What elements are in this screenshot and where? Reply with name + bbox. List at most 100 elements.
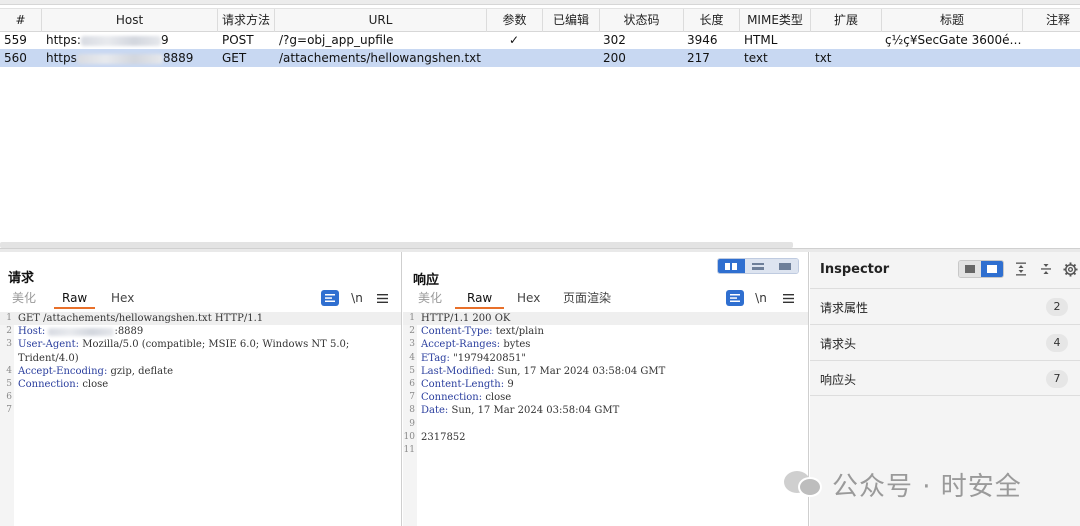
header-line: Content-Type: text/plain: [421, 325, 544, 338]
tab-response-render[interactable]: 页面渲染: [563, 290, 611, 309]
header-line: Connection: close: [421, 391, 511, 404]
redacted-host: [48, 327, 115, 336]
table-row[interactable]: 559 https: 9 POST /?g=obj_app_upfile ✓ 30…: [0, 31, 1080, 49]
header-key: Connection:: [421, 392, 483, 404]
header-line: Date: Sun, 17 Mar 2024 03:58:04 GMT: [421, 404, 619, 417]
header-key: ETag:: [421, 352, 450, 364]
watermark-text: 公众号 · 时安全: [832, 471, 1022, 502]
code-line: 1 HTTP/1.1 200 OK: [403, 312, 808, 326]
col-header-ext[interactable]: 扩展: [811, 9, 882, 32]
cell-params: [509, 49, 529, 67]
line-number: 9: [409, 418, 415, 429]
layout-side-by-side-button[interactable]: [718, 259, 745, 273]
header-key: Date:: [421, 405, 449, 417]
col-header-id[interactable]: #: [0, 9, 42, 32]
col-header-url[interactable]: URL: [275, 9, 487, 32]
col-header-length[interactable]: 长度: [684, 9, 740, 32]
line-number: 4: [6, 365, 12, 376]
code-line: 3 User-Agent: Mozilla/5.0 (compatible; MS…: [0, 338, 401, 351]
inspector-title: Inspector: [820, 262, 890, 277]
cell-ext: [815, 31, 879, 49]
cell-method: POST: [222, 33, 254, 47]
hamburger-icon[interactable]: [373, 290, 391, 306]
newline-toggle-icon[interactable]: \n: [348, 290, 366, 306]
tab-request-hex[interactable]: Hex: [111, 290, 134, 309]
header-value: bytes: [503, 339, 531, 351]
request-tabs: 美化 Raw Hex: [0, 290, 401, 310]
code-line: 7: [0, 404, 401, 417]
col-header-comment[interactable]: 注释: [1023, 9, 1080, 32]
header-value: Sun, 17 Mar 2024 03:58:04 GMT: [451, 405, 620, 417]
cell-title: [885, 49, 1021, 67]
line-number: 1: [6, 313, 12, 323]
inspector-layout-split-button[interactable]: [981, 261, 1003, 277]
expand-all-icon[interactable]: [1013, 261, 1029, 277]
tab-response-raw[interactable]: Raw: [455, 290, 505, 309]
layout-single-button[interactable]: [771, 259, 798, 273]
code-line: 9: [403, 418, 808, 431]
cell-method: GET: [222, 51, 247, 65]
layout-toggle: [717, 258, 799, 274]
section-label: 请求属性: [820, 301, 869, 315]
cell-edited: [547, 31, 597, 49]
code-line: 6: [0, 391, 401, 404]
col-header-mime[interactable]: MIME类型: [740, 9, 811, 32]
header-key: Accept-Ranges:: [421, 339, 501, 351]
request-line-text: GET /attachements/hellowangshen.txt HTTP…: [18, 313, 264, 324]
response-title: 响应: [413, 273, 440, 288]
line-number: 10: [403, 431, 415, 442]
table-header: # Host 请求方法 URL 参数 已编辑 状态码 长度 MIME类型 扩展 …: [0, 8, 1080, 32]
cell-edited: [547, 49, 597, 67]
hamburger-icon[interactable]: [779, 290, 797, 306]
inspector-layout-toggle: [958, 260, 1004, 278]
col-header-host[interactable]: Host: [42, 9, 218, 32]
tab-response-hex[interactable]: Hex: [517, 290, 540, 309]
tab-request-raw[interactable]: Raw: [54, 290, 96, 309]
cell-ext: txt: [815, 51, 832, 65]
header-value: gzip, deflate: [110, 365, 174, 377]
col-header-title[interactable]: 标题: [882, 9, 1023, 32]
inspector-layout-list-button[interactable]: [959, 261, 981, 277]
response-editor[interactable]: 1 HTTP/1.1 200 OK 2 Content-Type: text/pla…: [403, 312, 808, 526]
newline-toggle-icon[interactable]: \n: [752, 290, 770, 306]
code-line: 2 Content-Type: text/plain: [403, 325, 808, 338]
col-header-status[interactable]: 状态码: [600, 9, 684, 32]
word-wrap-icon[interactable]: [321, 290, 339, 306]
cell-title: ç½ç¥SecGate 3600é…: [885, 33, 1021, 47]
table-row[interactable]: 560 https 8889 GET /attachements/hellowan…: [0, 49, 1080, 67]
header-value: text/plain: [495, 326, 544, 338]
line-number: 2: [409, 326, 415, 337]
count-badge: 2: [1046, 298, 1068, 316]
header-key: User-Agent:: [18, 339, 80, 351]
request-editor[interactable]: 1 GET /attachements/hellowangshen.txt HTT…: [0, 312, 401, 526]
collapse-all-icon[interactable]: [1038, 261, 1054, 277]
code-line: Trident/4.0): [0, 352, 401, 365]
tab-response-pretty[interactable]: 美化: [418, 290, 442, 309]
code-line: 7 Connection: close: [403, 391, 808, 404]
col-header-edited[interactable]: 已编辑: [543, 9, 600, 32]
col-header-params[interactable]: 参数: [487, 9, 543, 32]
col-header-method[interactable]: 请求方法: [218, 9, 275, 32]
word-wrap-icon[interactable]: [726, 290, 744, 306]
line-number: 8: [409, 405, 415, 416]
count-badge: 7: [1046, 370, 1068, 388]
code-line: 1 GET /attachements/hellowangshen.txt HTT…: [0, 312, 401, 326]
tab-request-pretty[interactable]: 美化: [12, 290, 36, 309]
line-number: 5: [6, 378, 12, 389]
inspector-section-request-headers[interactable]: 请求头 4: [810, 324, 1080, 360]
cell-host-prefix: https:: [46, 33, 81, 47]
cell-url: /?g=obj_app_upfile: [279, 33, 394, 47]
header-line: ETag: "1979420851": [421, 352, 526, 365]
header-value: "1979420851": [453, 352, 526, 364]
layout-stacked-button[interactable]: [744, 259, 772, 273]
cell-host: https: 9: [46, 31, 216, 49]
gear-icon[interactable]: [1062, 261, 1078, 277]
header-line: Connection: close: [18, 378, 108, 391]
header-value: :8889: [114, 326, 144, 338]
header-line: Last-Modified: Sun, 17 Mar 2024 03:58:04…: [421, 365, 665, 378]
code-line: 5 Last-Modified: Sun, 17 Mar 2024 03:58:0…: [403, 365, 808, 378]
inspector-section-request-attributes[interactable]: 请求属性 2: [810, 288, 1080, 324]
line-number: 3: [6, 339, 12, 350]
inspector-section-response-headers[interactable]: 响应头 7: [810, 360, 1080, 396]
cell-host-prefix: https: [46, 51, 77, 65]
